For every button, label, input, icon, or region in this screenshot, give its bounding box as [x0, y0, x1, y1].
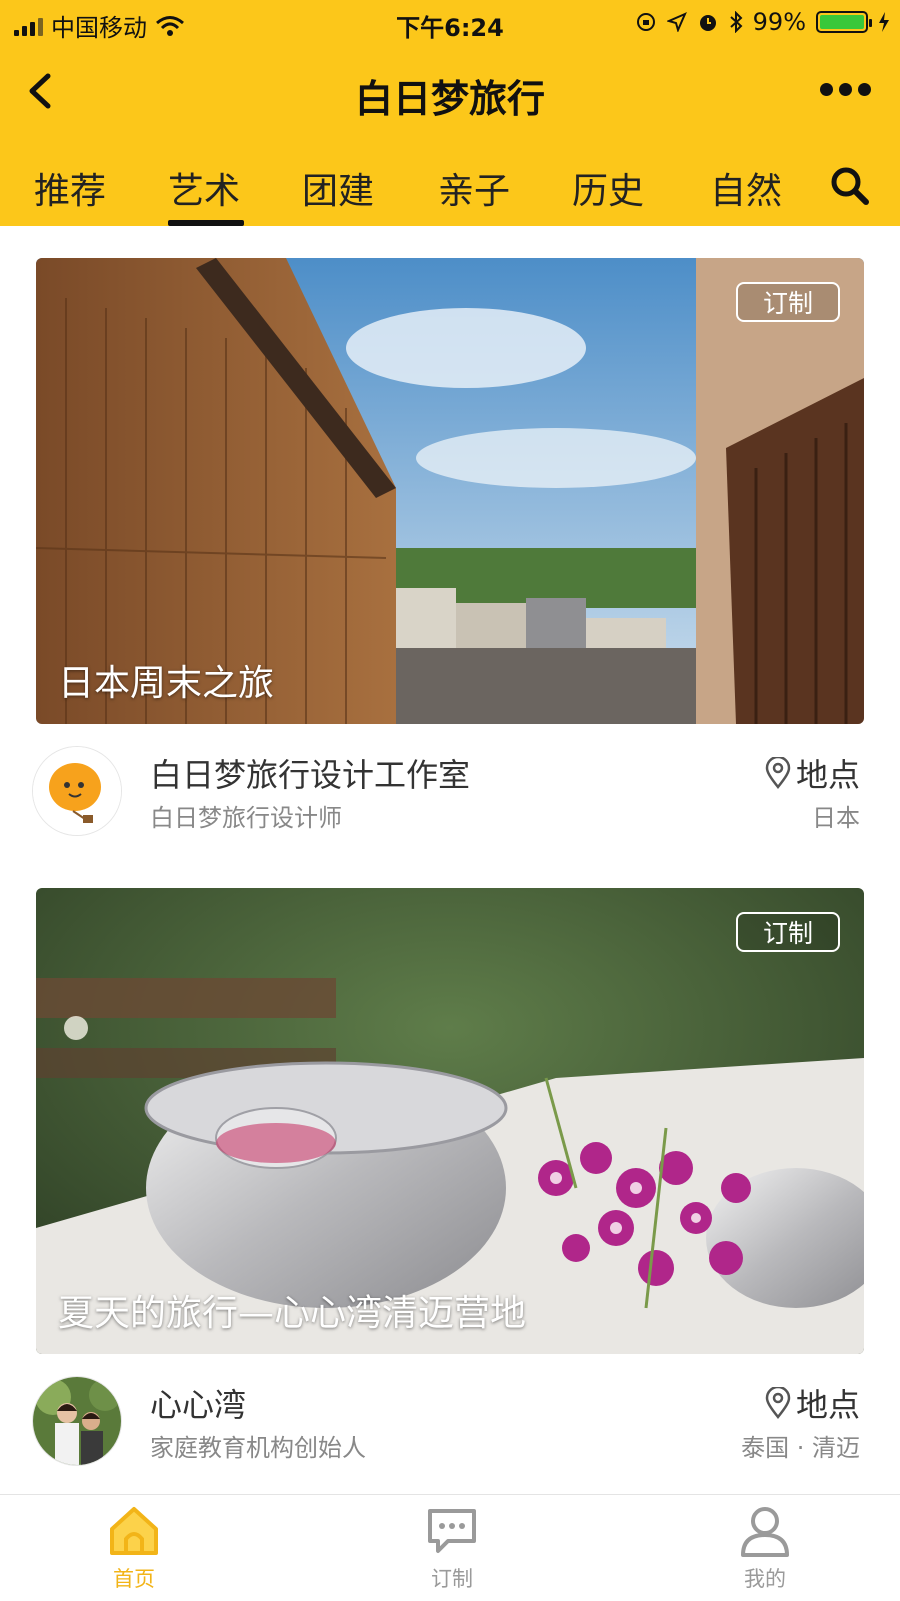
trip-cover-image[interactable]: 订制 日本周末之旅 [36, 258, 864, 724]
location-label: 地点 [764, 750, 860, 796]
location-label-text: 地点 [795, 756, 860, 794]
tab-recommend[interactable]: 推荐 [34, 162, 106, 214]
tab-nature[interactable]: 自然 [710, 162, 782, 214]
more-options-icon[interactable] [820, 80, 872, 98]
trip-cover-image[interactable]: 订制 夏天的旅行—心心湾清迈营地 [36, 888, 864, 1354]
avatar[interactable] [32, 746, 122, 836]
custom-badge: 订制 [736, 282, 840, 322]
author-role: 白日梦旅行设计师 [150, 804, 342, 832]
tab-family[interactable]: 亲子 [438, 162, 510, 214]
trip-title: 日本周末之旅 [58, 663, 275, 704]
page-title: 白日梦旅行 [354, 77, 545, 121]
bottom-tab-bar: 首页 订制 我的 [0, 1494, 900, 1601]
author-name: 白日梦旅行设计工作室 [150, 756, 471, 794]
battery-level [820, 15, 864, 29]
battery-icon [816, 11, 872, 33]
tab-history[interactable]: 历史 [572, 162, 644, 214]
trip-title: 夏天的旅行—心心湾清迈营地 [58, 1293, 527, 1334]
bottom-tab-profile[interactable]: 我的 [705, 1503, 825, 1593]
author-role: 家庭教育机构创始人 [150, 1434, 366, 1462]
bottom-tab-label: 我的 [744, 1567, 786, 1591]
navigation-bar: 白日梦旅行 [0, 56, 900, 126]
status-bar: 中国移动 下午6:24 99% [0, 0, 900, 46]
location-label: 地点 [764, 1380, 860, 1426]
alarm-icon [699, 15, 716, 31]
author-name: 心心湾 [150, 1386, 247, 1424]
active-tab-indicator [168, 220, 244, 226]
avatar[interactable] [32, 1376, 122, 1466]
location-value: 泰国 · 清迈 [741, 1434, 860, 1462]
location-pin-icon [765, 757, 791, 789]
location-arrow-icon [666, 12, 687, 32]
tab-art[interactable]: 艺术 [168, 162, 240, 214]
home-icon [110, 1507, 158, 1555]
chat-icon [428, 1509, 476, 1553]
app-header: 中国移动 下午6:24 99% 白日梦旅行 推荐 艺术 团建 亲子 历史 自然 [0, 0, 900, 226]
user-icon [741, 1507, 789, 1557]
battery-percent: 99% [752, 8, 806, 36]
tab-team-building[interactable]: 团建 [302, 162, 374, 214]
location-label-text: 地点 [795, 1386, 860, 1424]
category-tabs: 推荐 艺术 团建 亲子 历史 自然 [0, 150, 900, 226]
bottom-tab-label: 订制 [431, 1567, 473, 1591]
rotation-lock-icon [636, 13, 655, 31]
bottom-tab-home[interactable]: 首页 [74, 1503, 194, 1593]
bluetooth-icon [729, 11, 743, 33]
location-value: 日本 [812, 804, 860, 832]
bottom-tab-custom[interactable]: 订制 [392, 1503, 512, 1593]
charging-icon [879, 12, 889, 32]
bottom-tab-label: 首页 [113, 1567, 155, 1591]
search-icon[interactable] [828, 164, 872, 208]
author-row[interactable]: 心心湾 家庭教育机构创始人 地点 泰国 · 清迈 [32, 1376, 864, 1472]
custom-badge: 订制 [736, 912, 840, 952]
author-row[interactable]: 白日梦旅行设计工作室 白日梦旅行设计师 地点 日本 [32, 746, 864, 842]
location-pin-icon [765, 1387, 791, 1419]
